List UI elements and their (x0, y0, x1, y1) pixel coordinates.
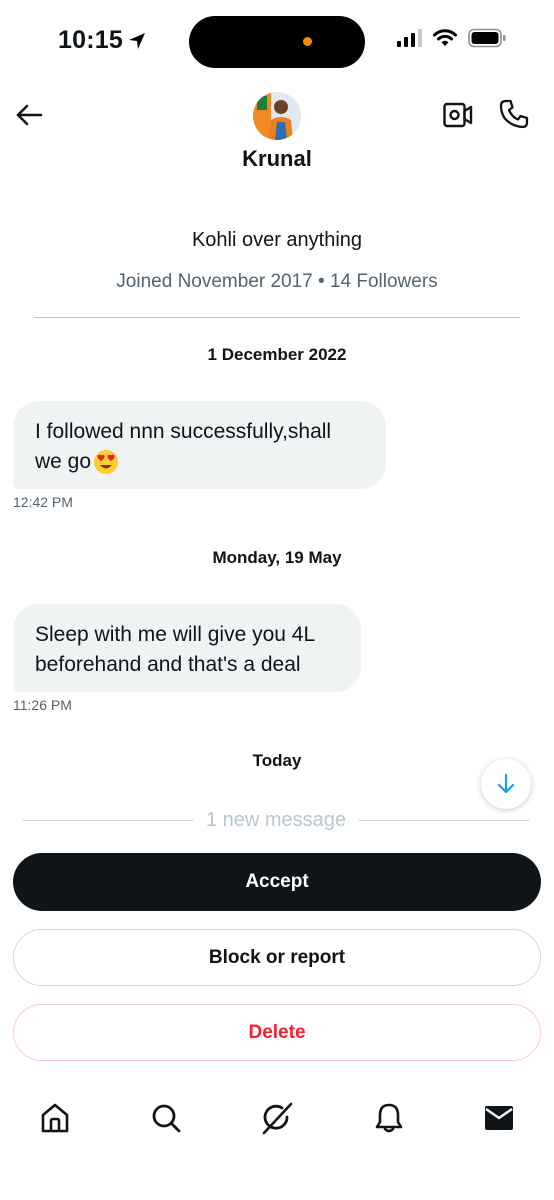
date-separator: Monday, 19 May (212, 548, 342, 567)
nav-search[interactable] (146, 1098, 186, 1138)
date-separator-today: Today (252, 751, 302, 770)
avatar-image (253, 92, 301, 140)
dynamic-island (189, 16, 365, 68)
message-bubble[interactable]: I followed nnn successfully,shall we go (13, 401, 386, 489)
phone-call-button[interactable] (496, 96, 532, 132)
cellular-signal-icon (397, 29, 422, 47)
heart-eyes-emoji-icon (94, 450, 119, 474)
messages-icon (485, 1106, 513, 1130)
delete-button[interactable]: Delete (13, 1004, 541, 1061)
arrow-left-icon (16, 104, 43, 126)
status-icons (396, 28, 506, 48)
nav-notifications[interactable] (369, 1098, 409, 1138)
divider-line (22, 819, 194, 821)
new-message-divider: 1 new message (22, 806, 531, 834)
message-text-line-row: we go (35, 447, 364, 477)
scroll-to-bottom-button[interactable] (481, 759, 531, 809)
back-button[interactable] (12, 98, 46, 132)
profile-bio: Kohli over anything (191, 229, 363, 251)
location-arrow-icon (128, 32, 145, 49)
nav-messages[interactable] (479, 1098, 519, 1138)
notifications-icon (375, 1103, 403, 1133)
profile-meta: Joined November 2017 • 14 Followers (116, 271, 438, 292)
grok-icon (262, 1102, 293, 1135)
message-text-line: we go (35, 450, 92, 473)
wifi-icon (433, 29, 457, 46)
message-bubble[interactable]: Sleep with me will give you 4L beforehan… (13, 604, 361, 692)
clock-text: 10:15 (58, 26, 123, 54)
nav-home[interactable] (35, 1098, 75, 1138)
divider-line (358, 819, 531, 821)
status-time: 10:15 (58, 26, 147, 55)
profile-divider (34, 317, 520, 318)
video-call-icon (443, 102, 473, 128)
message-text-line: Sleep with me will give you 4L (35, 623, 316, 646)
arrow-down-icon (497, 773, 515, 794)
battery-icon (468, 28, 506, 48)
phone-icon (499, 99, 529, 129)
home-icon (41, 1103, 69, 1133)
block-or-report-button[interactable]: Block or report (13, 929, 541, 986)
nav-grok[interactable] (257, 1098, 297, 1138)
avatar[interactable] (253, 92, 301, 140)
message-text-line: I followed nnn successfully,shall (35, 420, 332, 443)
contact-name: Krunal (242, 146, 312, 171)
video-call-button[interactable] (440, 98, 476, 132)
island-indicator-dot (303, 37, 312, 46)
message-timestamp: 11:26 PM (13, 697, 72, 713)
message-text-line: beforehand and that's a deal (35, 653, 301, 676)
date-separator: 1 December 2022 (207, 345, 347, 364)
message-timestamp: 12:42 PM (13, 494, 73, 510)
search-icon (152, 1104, 181, 1133)
new-message-label: 1 new message (205, 808, 347, 831)
bottom-nav (0, 1090, 554, 1146)
accept-button[interactable]: Accept (13, 853, 541, 911)
